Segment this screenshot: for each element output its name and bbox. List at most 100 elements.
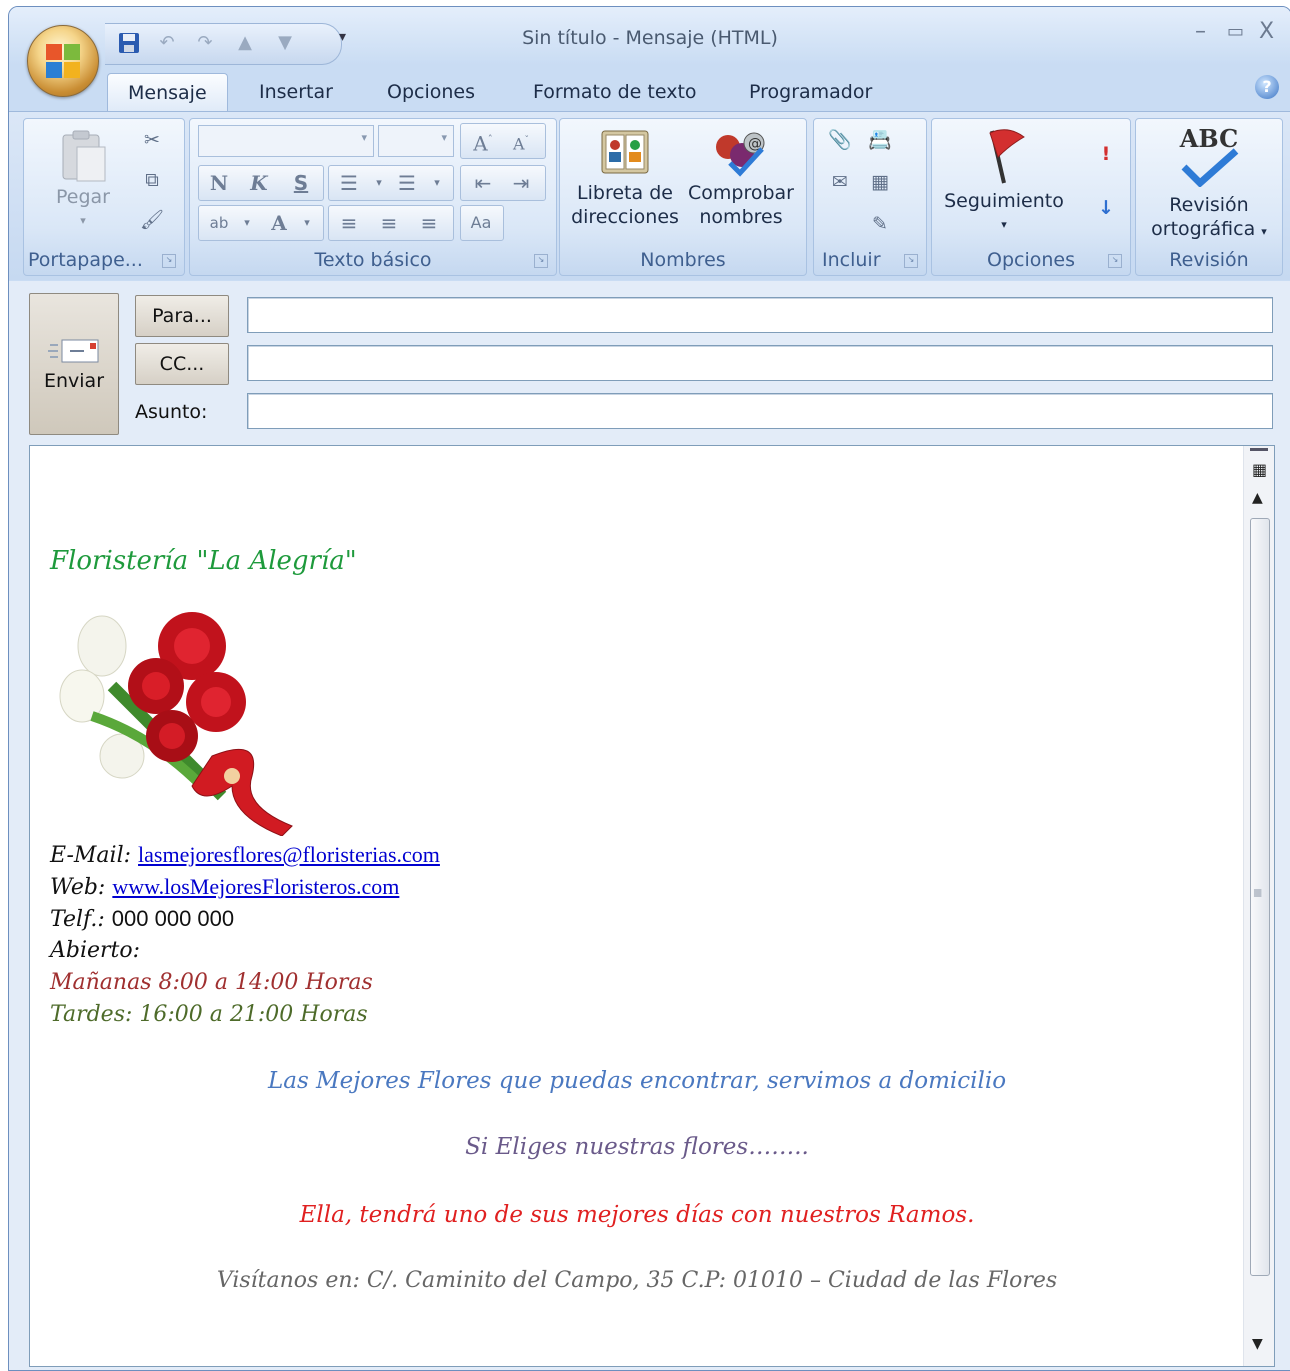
spelling-check-icon: ABC xyxy=(1140,123,1278,193)
paste-button[interactable]: Pegar ▾ xyxy=(38,127,128,233)
paste-icon xyxy=(62,130,106,182)
slogan-line-2: Si Eliges nuestras flores…….. xyxy=(465,1134,809,1160)
help-icon[interactable]: ? xyxy=(1255,75,1279,99)
roses-bouquet-image xyxy=(59,612,293,836)
high-importance-icon[interactable]: ! xyxy=(1092,141,1120,167)
style-bar: N K S xyxy=(198,165,324,201)
message-composer: Enviar Para... CC... Asunto: Floristería… xyxy=(9,281,1290,1370)
tab-insertar[interactable]: Insertar xyxy=(259,73,333,111)
follow-up-dropdown-icon[interactable]: ▾ xyxy=(936,213,1072,237)
check-names-icon: @ xyxy=(716,132,765,177)
group-label-texto-basico: Texto básico xyxy=(314,249,432,271)
copy-icon[interactable]: ⧉ xyxy=(138,167,166,193)
send-button[interactable]: Enviar xyxy=(29,293,119,435)
spelling-dropdown-icon[interactable]: ▾ xyxy=(1261,225,1267,238)
cc-button[interactable]: CC... xyxy=(135,343,229,385)
spelling-label-1: Revisión xyxy=(1169,194,1249,216)
font-size-combo[interactable]: ▾ xyxy=(378,125,454,157)
send-envelope-icon xyxy=(48,339,99,363)
ribbon: Pegar ▾ ✂ ⧉ 🖌 Portapape... ↘ ▾ ▾ Aˆ Aˇ N… xyxy=(9,111,1290,280)
italic-button[interactable]: K xyxy=(243,169,275,197)
email-row: E-Mail: lasmejoresflores@floristerias.co… xyxy=(50,842,440,868)
signature-icon[interactable]: ✎ xyxy=(866,211,894,237)
paste-dropdown-icon[interactable]: ▾ xyxy=(38,209,128,233)
group-label-opciones: Opciones xyxy=(987,249,1075,271)
web-label: Web: xyxy=(50,875,106,900)
scroll-thumb[interactable]: ═ ═ xyxy=(1250,518,1270,1276)
underline-button[interactable]: S xyxy=(285,169,317,197)
phone-label: Telf.: xyxy=(50,907,105,932)
format-painter-icon[interactable]: 🖌 xyxy=(138,207,166,233)
options-launcher-icon[interactable]: ↘ xyxy=(1108,254,1122,268)
title-bar: ↶ ↷ ▲ ▼ ▾ Sin título - Mensaje (HTML) – … xyxy=(9,7,1290,65)
cut-icon[interactable]: ✂ xyxy=(138,127,166,153)
shrink-font-icon[interactable]: Aˇ xyxy=(505,127,537,155)
numbering-icon[interactable]: ☰ xyxy=(391,169,423,197)
to-field[interactable] xyxy=(247,297,1273,333)
address-book-icon xyxy=(601,130,649,174)
check-names-label-2: nombres xyxy=(699,206,783,228)
grow-font-icon[interactable]: Aˆ xyxy=(467,127,499,156)
align-right-icon[interactable]: ≡ xyxy=(413,209,445,237)
calendar-icon[interactable]: ▦ xyxy=(866,169,894,195)
scroll-down-icon[interactable]: ▼ xyxy=(1252,1336,1263,1352)
highlight-dropdown-icon[interactable]: ▾ xyxy=(231,209,263,237)
minimize-button[interactable]: – xyxy=(1195,19,1206,44)
tab-mensaje[interactable]: Mensaje xyxy=(107,73,228,112)
font-name-combo[interactable]: ▾ xyxy=(198,125,374,157)
attach-item-icon[interactable]: ✉ xyxy=(826,169,854,195)
font-color-dropdown-icon[interactable]: ▾ xyxy=(291,209,323,237)
cc-field[interactable] xyxy=(247,345,1273,381)
group-nombres: Libreta de direcciones @ Comprobar nombr… xyxy=(559,118,807,276)
bold-button[interactable]: N xyxy=(203,169,235,197)
spelling-button[interactable]: ABC Revisión ortográfica ▾ xyxy=(1140,123,1278,244)
address-book-label-1: Libreta de xyxy=(577,182,673,204)
check-names-button[interactable]: @ Comprobar nombres xyxy=(682,125,800,229)
morning-hours: Mañanas 8:00 a 14:00 Horas xyxy=(50,970,373,995)
align-center-icon[interactable]: ≡ xyxy=(373,209,405,237)
vertical-scrollbar[interactable]: ▦ ▲ ═ ═ ▼ xyxy=(1243,446,1274,1366)
tab-formato-de-texto[interactable]: Formato de texto xyxy=(533,73,697,111)
ruler-toggle-icon[interactable]: ▦ xyxy=(1252,460,1267,479)
business-card-icon[interactable]: 📇 xyxy=(866,127,894,153)
tab-opciones[interactable]: Opciones xyxy=(387,73,475,111)
attach-file-icon[interactable]: 📎 xyxy=(826,127,854,153)
increase-indent-icon[interactable]: ⇥ xyxy=(505,169,537,197)
clear-format-bar: Aa xyxy=(460,205,504,241)
follow-up-flag-icon xyxy=(989,129,1025,184)
open-label: Abierto: xyxy=(50,938,141,963)
email-link[interactable]: lasmejoresflores@floristerias.com xyxy=(138,842,440,867)
tab-programador[interactable]: Programador xyxy=(749,73,872,111)
decrease-indent-icon[interactable]: ⇤ xyxy=(467,169,499,197)
follow-up-label: Seguimiento xyxy=(944,190,1064,212)
font-size-bar: Aˆ Aˇ xyxy=(460,123,546,159)
web-row: Web: www.losMejoresFloristeros.com xyxy=(50,874,399,900)
group-revision: ABC Revisión ortográfica ▾ Revisión xyxy=(1135,118,1283,276)
email-label: E-Mail: xyxy=(50,843,132,868)
low-importance-icon[interactable]: ↓ xyxy=(1092,195,1120,221)
office-button[interactable] xyxy=(27,25,99,97)
follow-up-button[interactable]: Seguimiento ▾ xyxy=(936,125,1072,237)
split-handle-icon[interactable] xyxy=(1250,448,1268,451)
grip-icon: ═ ═ xyxy=(1254,884,1262,902)
clipboard-launcher-icon[interactable]: ↘ xyxy=(162,254,176,268)
to-button[interactable]: Para... xyxy=(135,295,229,337)
web-link[interactable]: www.losMejoresFloristeros.com xyxy=(112,874,399,899)
clear-formatting-icon[interactable]: Aa xyxy=(465,209,497,237)
numbering-dropdown-icon[interactable]: ▾ xyxy=(421,169,453,197)
close-button[interactable]: X xyxy=(1259,19,1274,44)
include-launcher-icon[interactable]: ↘ xyxy=(904,254,918,268)
slogan-line-1: Las Mejores Flores que puedas encontrar,… xyxy=(267,1068,1007,1094)
subject-field[interactable] xyxy=(247,393,1273,429)
message-body[interactable]: Floristería "La Alegría" E-Mail: lasmejo… xyxy=(29,445,1275,1367)
bullets-icon[interactable]: ☰ xyxy=(333,169,365,197)
group-opciones: Seguimiento ▾ ! ↓ Opciones ↘ xyxy=(931,118,1131,276)
maximize-button[interactable]: ▭ xyxy=(1227,21,1244,42)
address-book-button[interactable]: Libreta de direcciones xyxy=(566,125,684,229)
font-launcher-icon[interactable]: ↘ xyxy=(534,254,548,268)
align-left-icon[interactable]: ≡ xyxy=(333,209,365,237)
address-book-label-2: direcciones xyxy=(571,206,679,228)
color-bar: ab ▾ A ▾ xyxy=(198,205,324,241)
scroll-up-icon[interactable]: ▲ xyxy=(1252,490,1263,506)
group-incluir: 📎 📇 ✉ ▦ ✎ Incluir ↘ xyxy=(813,118,927,276)
